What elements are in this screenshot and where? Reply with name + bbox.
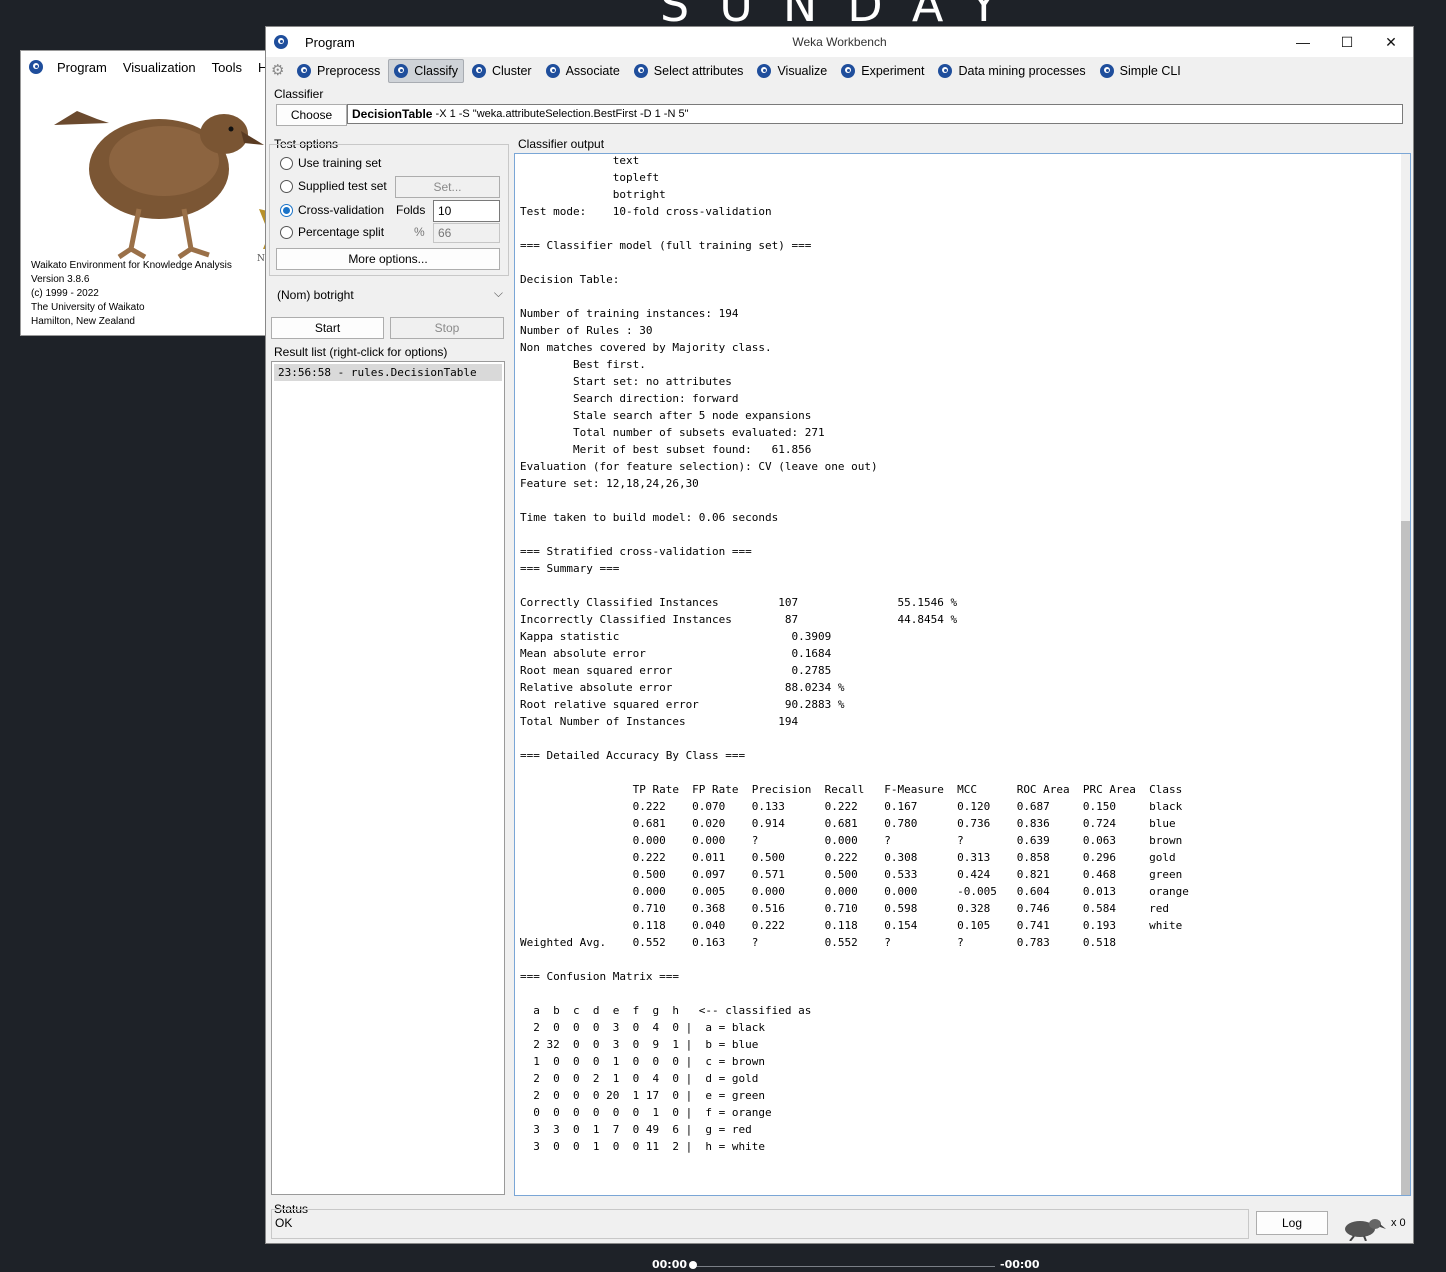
status-value: OK	[275, 1216, 293, 1230]
weka-app-icon	[29, 60, 43, 74]
folds-label: Folds	[396, 203, 426, 217]
choose-classifier-button[interactable]: Choose	[276, 104, 347, 126]
supplied-test-set-radio[interactable]	[280, 179, 293, 193]
tab-associate[interactable]: Associate	[540, 59, 626, 83]
tab-label: Preprocess	[317, 64, 381, 78]
class-attribute-select[interactable]: (Nom) botright ⌵	[271, 284, 509, 306]
weka-tab-icon	[938, 64, 953, 78]
option-label: Use training set	[298, 156, 382, 170]
supplied-test-set-option[interactable]: Supplied test set	[280, 179, 387, 193]
chooser-menu-program[interactable]: Program	[57, 60, 107, 75]
window-title: Weka Workbench	[792, 35, 887, 49]
weka-tab-icon	[1099, 64, 1114, 78]
percentage-input[interactable]: 66	[433, 223, 500, 243]
weka-tab-icon	[841, 64, 856, 78]
set-test-set-button[interactable]: Set...	[395, 176, 500, 198]
weka-tab-icon	[394, 64, 409, 78]
tab-cluster[interactable]: Cluster	[466, 59, 538, 83]
tab-label: Select attributes	[653, 64, 744, 78]
chooser-menubar: Program Visualization Tools He	[21, 51, 279, 83]
chooser-menu-tools[interactable]: Tools	[212, 60, 242, 75]
class-attribute-value: (Nom) botright	[277, 288, 354, 302]
weka-tab-icon	[757, 64, 772, 78]
chevron-down-icon: ⌵	[493, 286, 503, 300]
output-scrollbar-thumb[interactable]	[1401, 521, 1410, 1195]
weka-status-bird-icon	[1345, 1219, 1386, 1241]
task-count: x 0	[1391, 1217, 1406, 1229]
info-line: Version 3.8.6	[31, 274, 90, 285]
tab-label: Data mining processes	[958, 64, 1086, 78]
tab-select-attributes[interactable]: Select attributes	[628, 59, 750, 83]
tab-classify[interactable]: Classify	[388, 59, 464, 83]
media-seek-track[interactable]	[695, 1266, 995, 1267]
more-options-button[interactable]: More options...	[276, 248, 500, 270]
close-button[interactable]: ✕	[1369, 27, 1413, 57]
minimize-button[interactable]: —	[1281, 27, 1325, 57]
classifier-output-label: Classifier output	[518, 137, 605, 151]
chooser-info: Waikato Environment for Knowledge Analys…	[31, 259, 232, 329]
use-training-set-option[interactable]: Use training set	[280, 156, 381, 170]
status-box: OK	[271, 1209, 1249, 1239]
cross-validation-option[interactable]: Cross-validation	[280, 203, 384, 217]
tab-visualize[interactable]: Visualize	[751, 59, 833, 83]
weka-workbench-window: Program Weka Workbench — ☐ ✕ ⚙ Preproces…	[265, 26, 1414, 1244]
stop-button[interactable]: Stop	[390, 317, 504, 339]
tab-label: Simple CLI	[1119, 64, 1181, 78]
info-line: Waikato Environment for Knowledge Analys…	[31, 260, 232, 271]
classifier-config-field[interactable]: DecisionTable -X 1 -S "weka.attributeSel…	[347, 104, 1403, 124]
media-seek-knob[interactable]	[689, 1261, 697, 1269]
percentage-split-radio[interactable]	[280, 225, 293, 239]
folds-input[interactable]: 10	[433, 200, 500, 222]
media-remaining-time: -00:00	[1000, 1258, 1040, 1271]
classifier-name: DecisionTable	[352, 107, 433, 121]
info-line: The University of Waikato	[31, 302, 145, 313]
title-bar: Program Weka Workbench — ☐ ✕	[266, 27, 1413, 57]
tab-preprocess[interactable]: Preprocess	[291, 59, 386, 83]
start-button[interactable]: Start	[271, 317, 384, 339]
result-list[interactable]: 23:56:58 - rules.DecisionTable	[271, 361, 505, 1195]
tab-label: Experiment	[861, 64, 925, 78]
weka-tab-icon	[545, 64, 560, 78]
media-elapsed-time: 00:00	[652, 1258, 688, 1271]
tab-label: Cluster	[492, 64, 532, 78]
use-training-set-radio[interactable]	[280, 156, 293, 170]
tab-label: Associate	[565, 64, 620, 78]
result-list-item[interactable]: 23:56:58 - rules.DecisionTable	[274, 364, 502, 381]
tab-experiment[interactable]: Experiment	[835, 59, 930, 83]
output-scrollbar[interactable]	[1401, 154, 1410, 1195]
tab-data-mining-processes[interactable]: Data mining processes	[932, 59, 1091, 83]
test-options-panel: Use training set Supplied test set Set..…	[269, 144, 509, 276]
tab-label: Classify	[414, 64, 458, 78]
info-line: (c) 1999 - 2022	[31, 288, 99, 299]
tab-simple-cli[interactable]: Simple CLI	[1094, 59, 1187, 83]
percent-symbol: %	[414, 225, 425, 239]
weka-tab-icon	[633, 64, 648, 78]
classifier-options: -X 1 -S "weka.attributeSelection.BestFir…	[432, 108, 689, 120]
weka-tab-icon	[472, 64, 486, 78]
chooser-menu-visualization[interactable]: Visualization	[123, 60, 196, 75]
settings-gear-icon[interactable]: ⚙	[271, 63, 287, 79]
classifier-section-label: Classifier	[274, 87, 324, 101]
info-line: Hamilton, New Zealand	[31, 316, 135, 327]
option-label: Cross-validation	[298, 203, 385, 217]
maximize-button[interactable]: ☐	[1325, 27, 1369, 57]
option-label: Percentage split	[298, 225, 385, 239]
weka-tab-icon	[297, 64, 311, 78]
classifier-output-text: text topleft botright Test mode: 10-fold…	[520, 154, 1189, 1153]
option-label: Supplied test set	[298, 179, 387, 193]
gui-chooser-window: Program Visualization Tools He N E W Wai…	[20, 50, 280, 336]
log-button[interactable]: Log	[1256, 1211, 1328, 1235]
tab-label: Visualize	[777, 64, 828, 78]
percentage-split-option[interactable]: Percentage split	[280, 225, 384, 239]
classifier-output-area[interactable]: text topleft botright Test mode: 10-fold…	[514, 153, 1411, 1196]
perspective-tabs: ⚙ Preprocess Classify Cluster Associate …	[266, 57, 1413, 85]
result-list-label: Result list (right-click for options)	[274, 345, 448, 359]
weka-bird-logo: N E W	[54, 111, 279, 264]
cross-validation-radio[interactable]	[280, 203, 293, 217]
